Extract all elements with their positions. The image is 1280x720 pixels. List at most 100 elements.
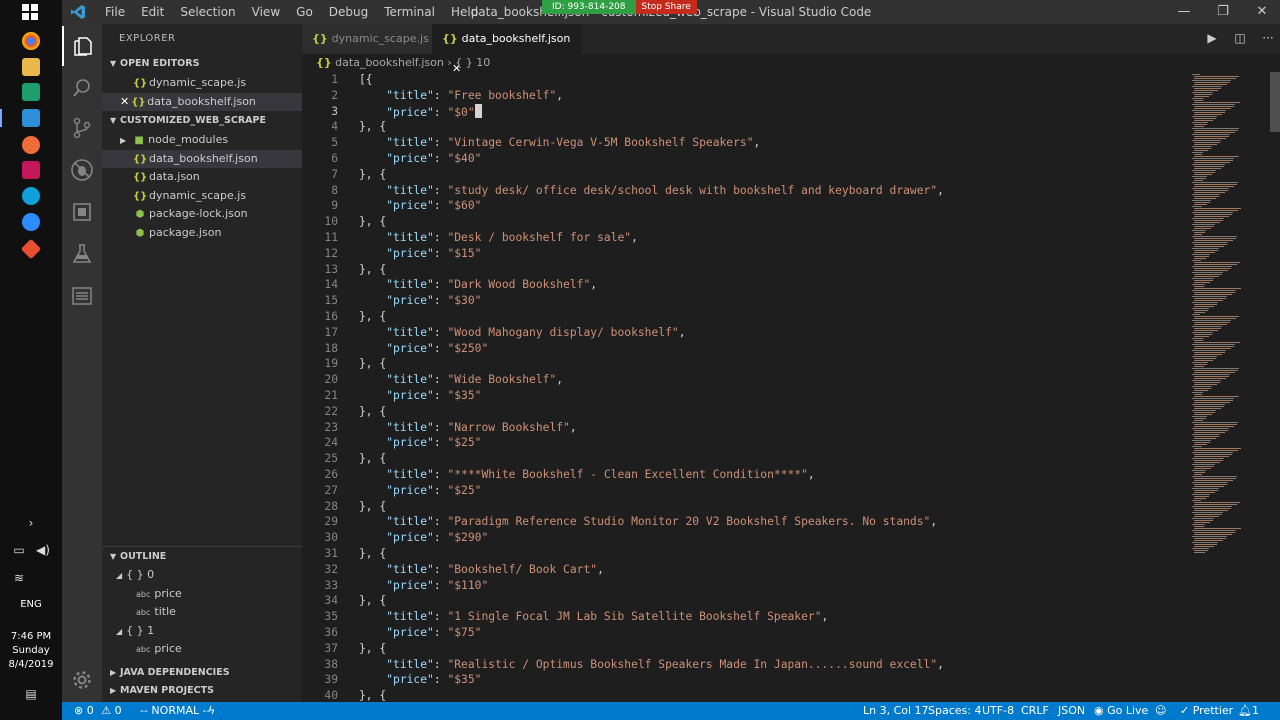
source-control-icon[interactable] (62, 108, 102, 148)
code-line[interactable]: 10}, { (302, 214, 1188, 230)
open-editor-item-active[interactable]: ✕{} data_bookshelf.json (102, 92, 302, 111)
code-line[interactable]: 26 "title": "****White Bookshelf - Clean… (302, 467, 1188, 483)
code-line[interactable]: 15 "price": "$30" (302, 293, 1188, 309)
code-line[interactable]: 39 "price": "$35" (302, 672, 1188, 688)
search-icon[interactable] (62, 68, 102, 108)
code-line[interactable]: 12 "price": "$15" (302, 246, 1188, 262)
problems-indicator[interactable]: ⊗ 0 ⚠ 0 (74, 702, 122, 720)
breadcrumb-node[interactable]: { } 10 (455, 56, 490, 69)
workspace-section[interactable]: ▼ CUSTOMIZED_WEB_SCRAPE (102, 111, 302, 131)
explorer-icon[interactable] (62, 26, 102, 66)
chevron-right-icon[interactable]: › (0, 516, 62, 530)
menu-edit[interactable]: Edit (133, 0, 172, 24)
breadcrumb-file[interactable]: data_bookshelf.json (335, 56, 444, 69)
vscode-taskbar-icon[interactable] (22, 109, 40, 127)
code-line[interactable]: 29 "title": "Paradigm Reference Studio M… (302, 514, 1188, 530)
tab-dynamic-scape[interactable]: {} dynamic_scape.js (302, 24, 432, 54)
code-line[interactable]: 5 "title": "Vintage Cerwin-Vega V-5M Boo… (302, 135, 1188, 151)
code-line[interactable]: 20 "title": "Wide Bookshelf", (302, 372, 1188, 388)
postman-icon[interactable] (22, 136, 40, 154)
tab-data-bookshelf[interactable]: {} data_bookshelf.json ✕ (432, 24, 582, 75)
minimize-icon[interactable]: — (1164, 0, 1204, 24)
outline-section[interactable]: ▼ OUTLINE (102, 546, 302, 566)
restore-icon[interactable]: ❐ (1203, 0, 1243, 24)
git-icon[interactable] (20, 238, 42, 260)
line-endings[interactable]: CRLF (1021, 702, 1049, 720)
code-line[interactable]: 38 "title": "Realistic / Optimus Bookshe… (302, 657, 1188, 673)
code-line[interactable]: 23 "title": "Narrow Bookshelf", (302, 420, 1188, 436)
code-line[interactable]: 17 "title": "Wood Mahogany display/ book… (302, 325, 1188, 341)
editor-scrollbar[interactable] (1268, 72, 1280, 702)
code-line[interactable]: 21 "price": "$35" (302, 388, 1188, 404)
tree-file-data[interactable]: {} data.json (102, 168, 302, 187)
tree-file-data-bookshelf[interactable]: {} data_bookshelf.json (102, 149, 302, 168)
menu-terminal[interactable]: Terminal (376, 0, 443, 24)
code-line[interactable]: 13}, { (302, 262, 1188, 278)
code-editor[interactable]: 1[{2 "title": "Free bookshelf", 3 "price"… (302, 72, 1188, 702)
outline-item[interactable]: ◢{ } 1 (102, 622, 302, 641)
code-line[interactable]: 19}, { (302, 356, 1188, 372)
outline-item[interactable]: abc price (102, 640, 302, 659)
smiley-icon[interactable]: ☺ (1155, 702, 1166, 720)
open-editors-section[interactable]: ▼ OPEN EDITORS (102, 54, 302, 74)
code-line[interactable]: 37}, { (302, 641, 1188, 657)
tree-file-package-lock[interactable]: ⬢ package-lock.json (102, 205, 302, 224)
code-line[interactable]: 32 "title": "Bookshelf/ Book Cart", (302, 562, 1188, 578)
code-line[interactable]: 24 "price": "$25" (302, 435, 1188, 451)
skype-icon[interactable] (22, 187, 40, 205)
java-dependencies-section[interactable]: ▶ JAVA DEPENDENCIES (102, 664, 302, 682)
debug-icon[interactable] (62, 150, 102, 190)
code-line[interactable]: 40}, { (302, 688, 1188, 702)
notifications[interactable]: 🔔︎1 (1238, 702, 1259, 720)
outline-item[interactable]: abc price (102, 585, 302, 604)
code-line[interactable]: 6 "price": "$40" (302, 151, 1188, 167)
code-line[interactable]: 28}, { (302, 499, 1188, 515)
menu-help[interactable]: Help (443, 0, 486, 24)
app-icon[interactable] (22, 83, 40, 101)
prettier-status[interactable]: ✓ Prettier (1180, 702, 1233, 720)
code-line[interactable]: 35 "title": "1 Single Focal JM Lab Sib S… (302, 609, 1188, 625)
run-icon[interactable]: ▶ (1204, 31, 1220, 47)
open-editor-item[interactable]: {} dynamic_scape.js (102, 74, 302, 93)
code-line[interactable]: 1 [{ (302, 72, 1188, 88)
code-line[interactable]: 7}, { (302, 167, 1188, 183)
menu-file[interactable]: File (97, 0, 133, 24)
notification-center-icon[interactable]: ▤ (0, 687, 62, 701)
code-line[interactable]: 30 "price": "$290" (302, 530, 1188, 546)
close-editor-icon[interactable]: ✕ (120, 95, 129, 108)
extensions-icon[interactable] (62, 192, 102, 232)
indentation[interactable]: Spaces: 4 (928, 702, 981, 720)
code-line[interactable]: 2 "title": "Free bookshelf", (302, 88, 1188, 104)
menu-debug[interactable]: Debug (321, 0, 376, 24)
app2-icon[interactable] (22, 161, 40, 179)
encoding[interactable]: UTF-8 (982, 702, 1014, 720)
code-line[interactable]: 8 "title": "study desk/ office desk/scho… (302, 183, 1188, 199)
more-actions-icon[interactable]: ··· (1260, 31, 1276, 47)
outline-item[interactable]: ◢{ } 0 (102, 566, 302, 585)
minimap[interactable] (1188, 72, 1268, 702)
zoom-icon[interactable] (22, 213, 40, 231)
settings-gear-icon[interactable] (62, 660, 102, 700)
windows-start-icon[interactable] (22, 4, 38, 20)
menu-view[interactable]: View (244, 0, 288, 24)
code-line[interactable]: 33 "price": "$110" (302, 578, 1188, 594)
outline-list-icon[interactable] (62, 276, 102, 316)
code-line[interactable]: 3 "price": "$0" (302, 103, 1188, 120)
chrome-icon[interactable] (22, 32, 40, 50)
code-line[interactable]: 9 "price": "$60" (302, 198, 1188, 214)
code-line[interactable]: 16}, { (302, 309, 1188, 325)
code-line[interactable]: 34}, { (302, 593, 1188, 609)
cursor-position[interactable]: Ln 3, Col 17 (863, 702, 929, 720)
file-explorer-icon[interactable] (22, 58, 40, 76)
split-editor-icon[interactable]: ◫ (1232, 31, 1248, 47)
code-line[interactable]: 31}, { (302, 546, 1188, 562)
code-line[interactable]: 27 "price": "$25" (302, 483, 1188, 499)
wifi-icon[interactable]: ≋ (0, 571, 50, 585)
code-line[interactable]: 14 "title": "Dark Wood Bookshelf", (302, 277, 1188, 293)
go-live-button[interactable]: ◉ Go Live (1094, 702, 1148, 720)
clock-time[interactable]: 7:46 PM (0, 630, 62, 644)
code-line[interactable]: 18 "price": "$250" (302, 341, 1188, 357)
code-line[interactable]: 36 "price": "$75" (302, 625, 1188, 641)
language-indicator[interactable]: ENG (0, 598, 62, 612)
code-line[interactable]: 25}, { (302, 451, 1188, 467)
